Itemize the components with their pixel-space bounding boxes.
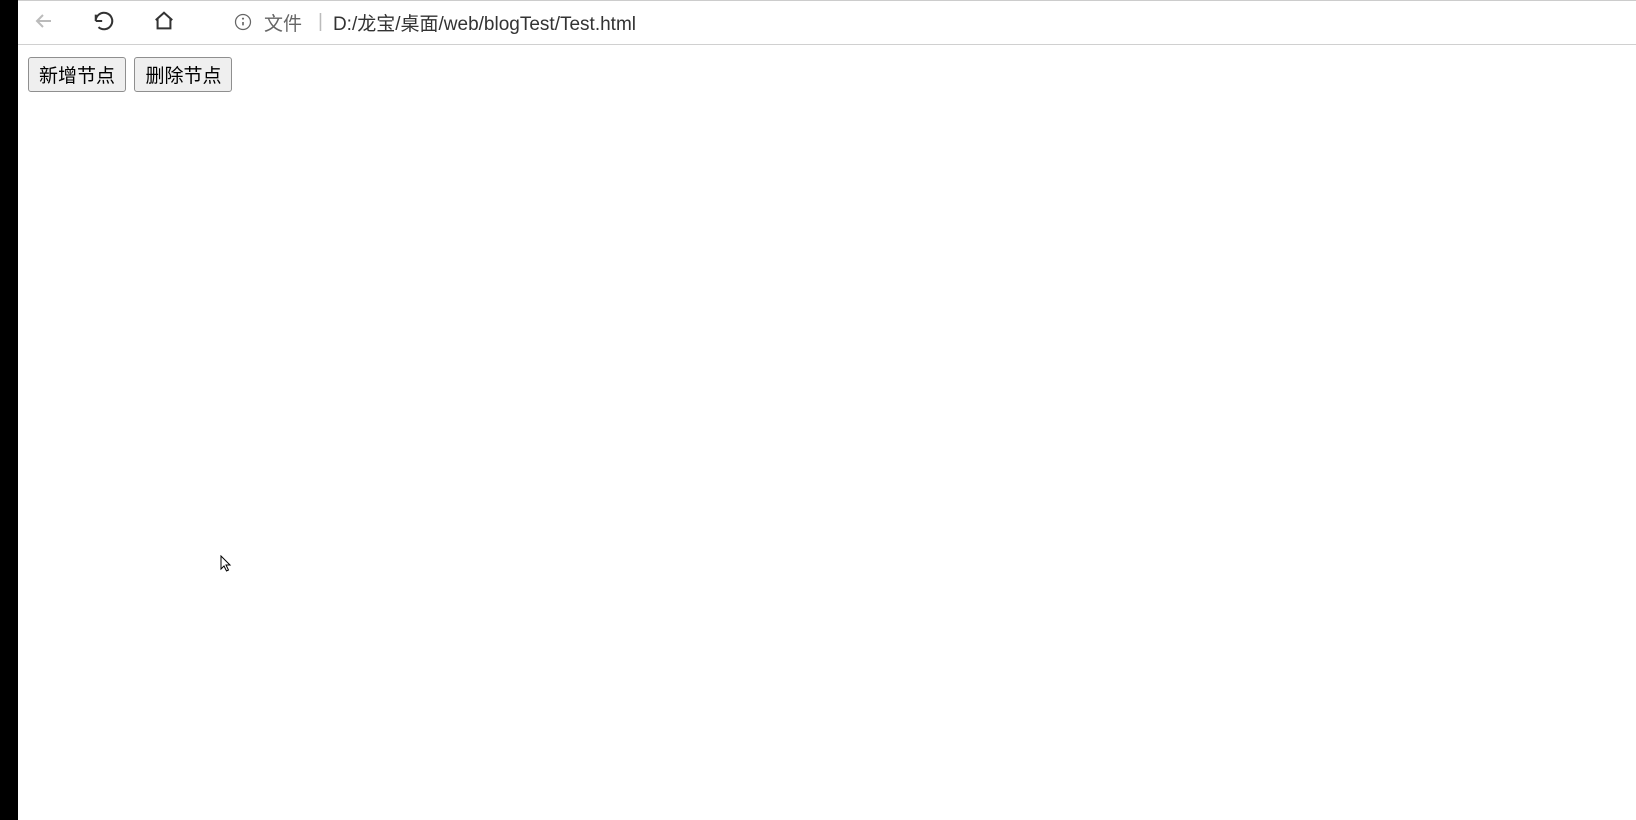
arrow-left-icon <box>32 9 56 36</box>
home-button[interactable] <box>144 2 184 42</box>
info-icon <box>232 11 254 33</box>
window-top-border <box>18 0 1636 1</box>
refresh-icon <box>93 10 115 35</box>
address-bar[interactable]: 文件 | D:/龙宝/桌面/web/blogTest/Test.html <box>224 4 1630 40</box>
home-icon <box>153 10 175 35</box>
url-text: D:/龙宝/桌面/web/blogTest/Test.html <box>333 9 636 36</box>
page-content: 新增节点 删除节点 <box>18 45 1636 104</box>
add-node-button[interactable]: 新增节点 <box>28 57 126 92</box>
refresh-button[interactable] <box>84 2 124 42</box>
back-button[interactable] <box>24 2 64 42</box>
address-separator: | <box>318 11 323 33</box>
cursor-icon <box>220 555 234 578</box>
delete-node-button[interactable]: 删除节点 <box>134 57 232 92</box>
browser-toolbar: 文件 | D:/龙宝/桌面/web/blogTest/Test.html <box>18 0 1636 44</box>
file-scheme-label: 文件 <box>264 9 302 36</box>
browser-window: 文件 | D:/龙宝/桌面/web/blogTest/Test.html 新增节… <box>18 0 1636 820</box>
